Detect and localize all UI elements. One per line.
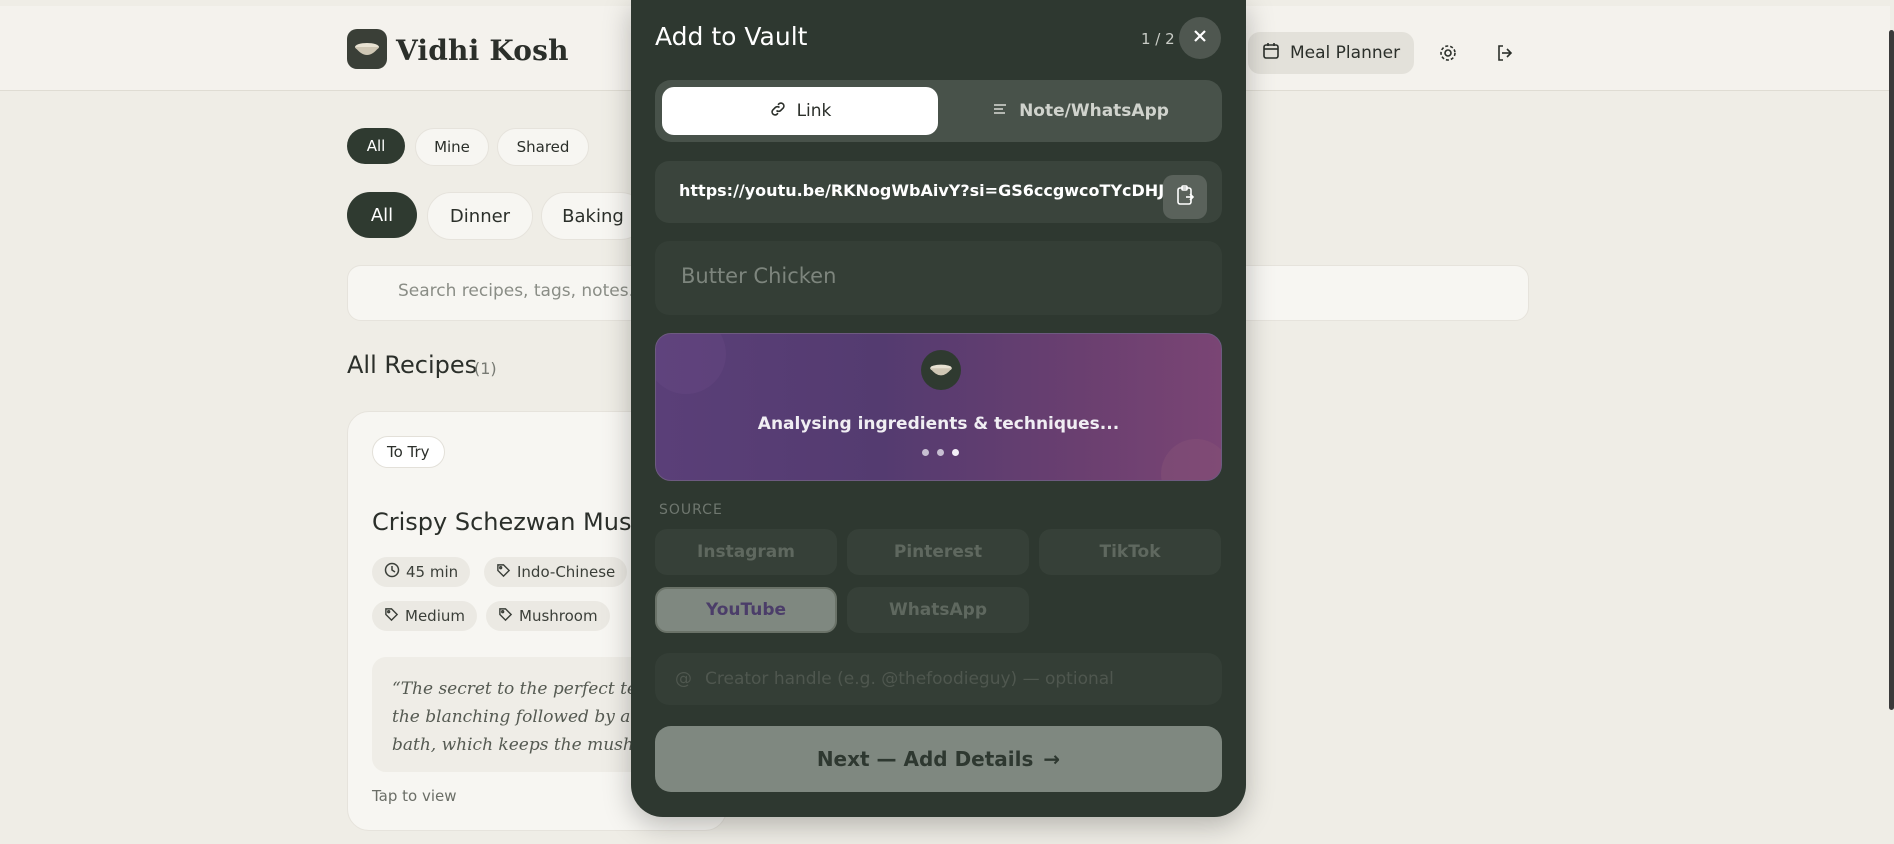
loading-dot <box>922 449 929 456</box>
source-label: SOURCE <box>659 502 723 518</box>
at-sign-icon: @ <box>675 669 692 689</box>
source-pinterest[interactable]: Pinterest <box>847 529 1029 575</box>
source-whatsapp[interactable]: WhatsApp <box>847 587 1029 633</box>
analysis-progress-panel: Analysing ingredients & techniques... <box>655 333 1222 481</box>
tag-label: Mushroom <box>519 607 598 625</box>
logo-bowl-icon <box>347 29 387 69</box>
input-mode-tabs: Link Note/WhatsApp <box>655 80 1222 142</box>
close-button[interactable] <box>1179 17 1221 59</box>
step-indicator: 1 / 2 <box>1141 30 1175 48</box>
tab-note-label: Note/WhatsApp <box>1019 101 1169 121</box>
analysis-status-text: Analysing ingredients & techniques... <box>757 414 1120 434</box>
filter-shared[interactable]: Shared <box>497 128 589 166</box>
tag-chip: Indo-Chinese <box>484 557 628 587</box>
next-label: Next — Add Details <box>816 747 1034 771</box>
tag-chip: Mushroom <box>486 601 610 631</box>
app-name: Vidhi Kosh <box>396 34 569 67</box>
tab-link-label: Link <box>796 101 832 121</box>
link-icon <box>769 100 787 123</box>
tag-chip: Medium <box>372 601 477 631</box>
url-value: https://youtu.be/RKNogWbAivY?si=GS6ccgwc… <box>679 181 1178 200</box>
category-dinner[interactable]: Dinner <box>427 192 533 240</box>
time-label: 45 min <box>406 563 459 581</box>
creator-handle-field: @ <box>655 653 1222 705</box>
recipe-name-input[interactable] <box>679 263 1183 289</box>
category-all[interactable]: All <box>347 192 417 238</box>
tap-to-view: Tap to view <box>372 787 457 805</box>
meal-planner-label: Meal Planner <box>1290 43 1401 63</box>
settings-gear-icon[interactable] <box>1437 42 1459 64</box>
filter-all[interactable]: All <box>347 128 405 164</box>
loading-dots <box>922 449 959 456</box>
paste-button[interactable] <box>1163 175 1207 219</box>
loading-dot <box>952 449 959 456</box>
add-to-vault-modal: Add to Vault 1 / 2 Link Note/WhatsApp ht… <box>631 0 1246 817</box>
tag-icon <box>384 607 399 626</box>
page-scrollbar[interactable] <box>1889 30 1894 710</box>
source-youtube[interactable]: YouTube <box>655 587 837 633</box>
text-lines-icon <box>991 100 1009 123</box>
category-baking[interactable]: Baking <box>541 192 645 240</box>
calendar-icon <box>1262 42 1280 65</box>
source-instagram[interactable]: Instagram <box>655 529 837 575</box>
time-chip: 45 min <box>372 557 471 587</box>
close-icon <box>1192 28 1208 48</box>
status-badge: To Try <box>372 436 445 468</box>
tab-note-whatsapp[interactable]: Note/WhatsApp <box>945 87 1215 135</box>
tab-link[interactable]: Link <box>662 87 938 135</box>
tag-label: Medium <box>405 607 465 625</box>
bowl-icon <box>921 350 961 390</box>
recipes-count: (1) <box>474 359 497 378</box>
recipe-title: Crispy Schezwan Mushr <box>372 508 657 536</box>
modal-title: Add to Vault <box>655 22 808 51</box>
meal-planner-button[interactable]: Meal Planner <box>1248 32 1414 74</box>
tag-icon <box>496 563 511 582</box>
recipe-name-field <box>655 241 1222 315</box>
recipes-section-title: All Recipes <box>347 351 478 379</box>
loading-dot <box>937 449 944 456</box>
filter-mine[interactable]: Mine <box>415 128 489 166</box>
clipboard-paste-icon <box>1174 184 1196 210</box>
next-add-details-button[interactable]: Next — Add Details → <box>655 726 1222 792</box>
clock-icon <box>384 562 400 582</box>
tag-icon <box>498 607 513 626</box>
tag-label: Indo-Chinese <box>517 563 616 581</box>
creator-handle-input[interactable] <box>703 668 1207 690</box>
logout-icon[interactable] <box>1494 42 1516 64</box>
arrow-right-icon: → <box>1043 747 1061 771</box>
url-field[interactable]: https://youtu.be/RKNogWbAivY?si=GS6ccgwc… <box>655 161 1222 223</box>
source-tiktok[interactable]: TikTok <box>1039 529 1221 575</box>
